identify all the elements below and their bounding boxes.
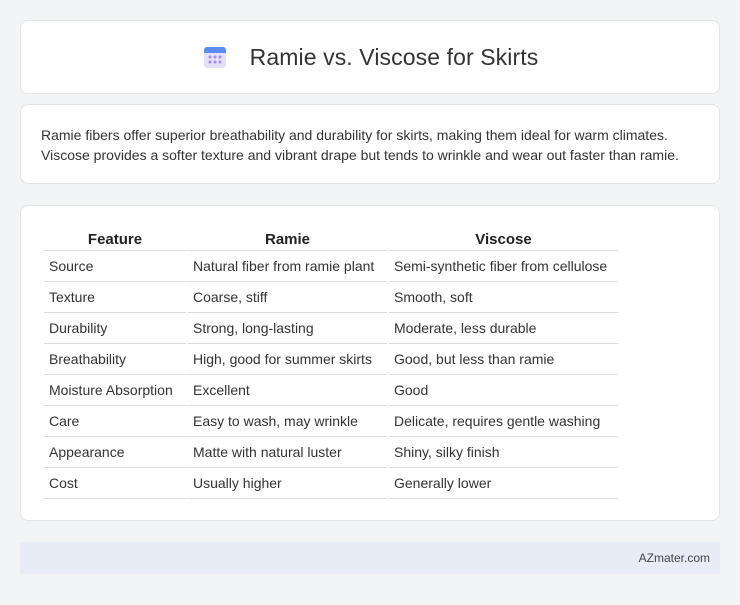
ramie-cell: High, good for summer skirts xyxy=(188,344,387,375)
ramie-cell: Excellent xyxy=(188,375,387,406)
table-row: Appearance Matte with natural luster Shi… xyxy=(44,437,618,468)
description-text: Ramie fibers offer superior breathabilit… xyxy=(41,127,679,163)
viscose-cell: Shiny, silky finish xyxy=(389,437,618,468)
feature-cell: Texture xyxy=(44,282,186,313)
table-row: Moisture Absorption Excellent Good xyxy=(44,375,618,406)
viscose-cell: Delicate, requires gentle washing xyxy=(389,406,618,437)
feature-cell: Moisture Absorption xyxy=(44,375,186,406)
feature-cell: Appearance xyxy=(44,437,186,468)
table-row: Cost Usually higher Generally lower xyxy=(44,468,618,499)
feature-cell: Source xyxy=(44,251,186,282)
viscose-cell: Good, but less than ramie xyxy=(389,344,618,375)
header-viscose: Viscose xyxy=(389,228,618,251)
table-row: Breathability High, good for summer skir… xyxy=(44,344,618,375)
viscose-cell: Semi-synthetic fiber from cellulose xyxy=(389,251,618,282)
ramie-cell: Matte with natural luster xyxy=(188,437,387,468)
comparison-card: Feature Ramie Viscose Source Natural fib… xyxy=(20,205,720,521)
ramie-cell: Easy to wash, may wrinkle xyxy=(188,406,387,437)
ramie-cell: Natural fiber from ramie plant xyxy=(188,251,387,282)
viscose-cell: Good xyxy=(389,375,618,406)
feature-cell: Cost xyxy=(44,468,186,499)
feature-cell: Durability xyxy=(44,313,186,344)
table-row: Care Easy to wash, may wrinkle Delicate,… xyxy=(44,406,618,437)
ramie-cell: Strong, long-lasting xyxy=(188,313,387,344)
comparison-table: Feature Ramie Viscose Source Natural fib… xyxy=(42,228,620,499)
description-card: Ramie fibers offer superior breathabilit… xyxy=(20,104,720,184)
header-feature: Feature xyxy=(44,228,186,251)
ramie-cell: Usually higher xyxy=(188,468,387,499)
viscose-cell: Generally lower xyxy=(389,468,618,499)
header-ramie: Ramie xyxy=(188,228,387,251)
feature-cell: Care xyxy=(44,406,186,437)
footer-brand: AZmater.com xyxy=(638,551,710,565)
viscose-cell: Smooth, soft xyxy=(389,282,618,313)
viscose-cell: Moderate, less durable xyxy=(389,313,618,344)
table-header-row: Feature Ramie Viscose xyxy=(44,228,618,251)
table-row: Durability Strong, long-lasting Moderate… xyxy=(44,313,618,344)
table-row: Source Natural fiber from ramie plant Se… xyxy=(44,251,618,282)
feature-cell: Breathability xyxy=(44,344,186,375)
title-card: Ramie vs. Viscose for Skirts xyxy=(20,20,720,94)
calendar-icon xyxy=(202,44,228,70)
ramie-cell: Coarse, stiff xyxy=(188,282,387,313)
page-title: Ramie vs. Viscose for Skirts xyxy=(249,43,539,70)
table-row: Texture Coarse, stiff Smooth, soft xyxy=(44,282,618,313)
footer: AZmater.com xyxy=(20,542,720,574)
